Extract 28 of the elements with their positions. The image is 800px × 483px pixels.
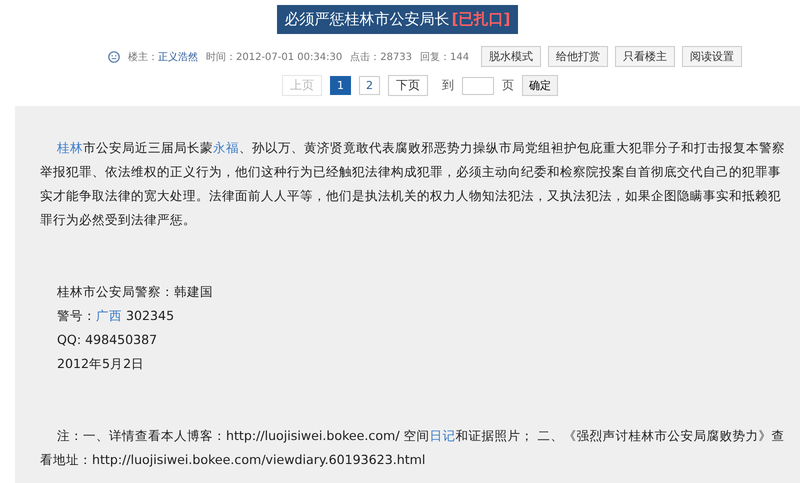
action-button[interactable]: 只看楼主 [615, 46, 676, 67]
text-link[interactable]: 桂林 [57, 140, 83, 155]
post-paragraph: 注：一、详情查看本人博客：http://luojisiwei.bokee.com/ 空间 日记和证据照片； 二、《强烈声讨桂林市公安局腐败势力》查看地址：http://luojisiwei.bokee.com/viewdiary.60193623.html [40, 427, 786, 469]
click-count: 点击：28733 [350, 50, 412, 64]
page-label: 页 [502, 77, 514, 94]
page-nav-button[interactable]: 下页 [388, 75, 428, 96]
post-line: 桂林市公安局警察：韩建国 [56, 283, 214, 301]
thread-title: 必须严惩桂林市公安局长[已扎口] [276, 5, 518, 34]
page-input[interactable] [462, 76, 494, 94]
action-button[interactable]: 给他打赏 [548, 46, 608, 67]
text-link[interactable]: 日记 [430, 428, 456, 443]
text-link[interactable]: 广西 [96, 308, 122, 323]
goto-label: 到 [442, 77, 454, 94]
post-time: 时间：2012-07-01 00:34:30 [206, 50, 342, 64]
post-line: 2012年5月2日 [56, 355, 146, 373]
action-button[interactable]: 阅读设置 [682, 46, 742, 67]
action-button[interactable]: 脱水模式 [481, 46, 542, 67]
post-paragraph: 桂林市公安局近三届局长蒙永福、孙以万、黄济贤竟敢代表腐败邪恶势力操纵市局党组袒护包庇重大犯罪分子和打击报复本警察举报犯罪、依法维权的正义行为，他们这种行为已经触犯法律构成犯罪，必须主动向纪委和检察院投案自首彻底交代自己的犯罪事实才能争取法律的宽大处理。法律面前人人平等，他们是执法机关的权力人物知法犯法，又执法犯法，如果企图隐瞒事实和抵赖犯罪行为必然受到法律严惩。 [40, 139, 786, 229]
post-line: 警号：广西 302345 [56, 307, 176, 325]
reply-count: 回复：144 [420, 50, 470, 64]
text-link[interactable]: 永福 [213, 140, 239, 155]
confirm-button[interactable]: 确定 [522, 75, 558, 96]
page-button[interactable]: 2 [359, 76, 380, 95]
author-link[interactable]: 正义浩然 [158, 50, 198, 64]
smiley-icon [108, 50, 120, 62]
author-label: 楼主： [128, 50, 158, 64]
page-button[interactable]: 1 [330, 76, 351, 95]
post-line: QQ: 498450387 [56, 331, 158, 349]
